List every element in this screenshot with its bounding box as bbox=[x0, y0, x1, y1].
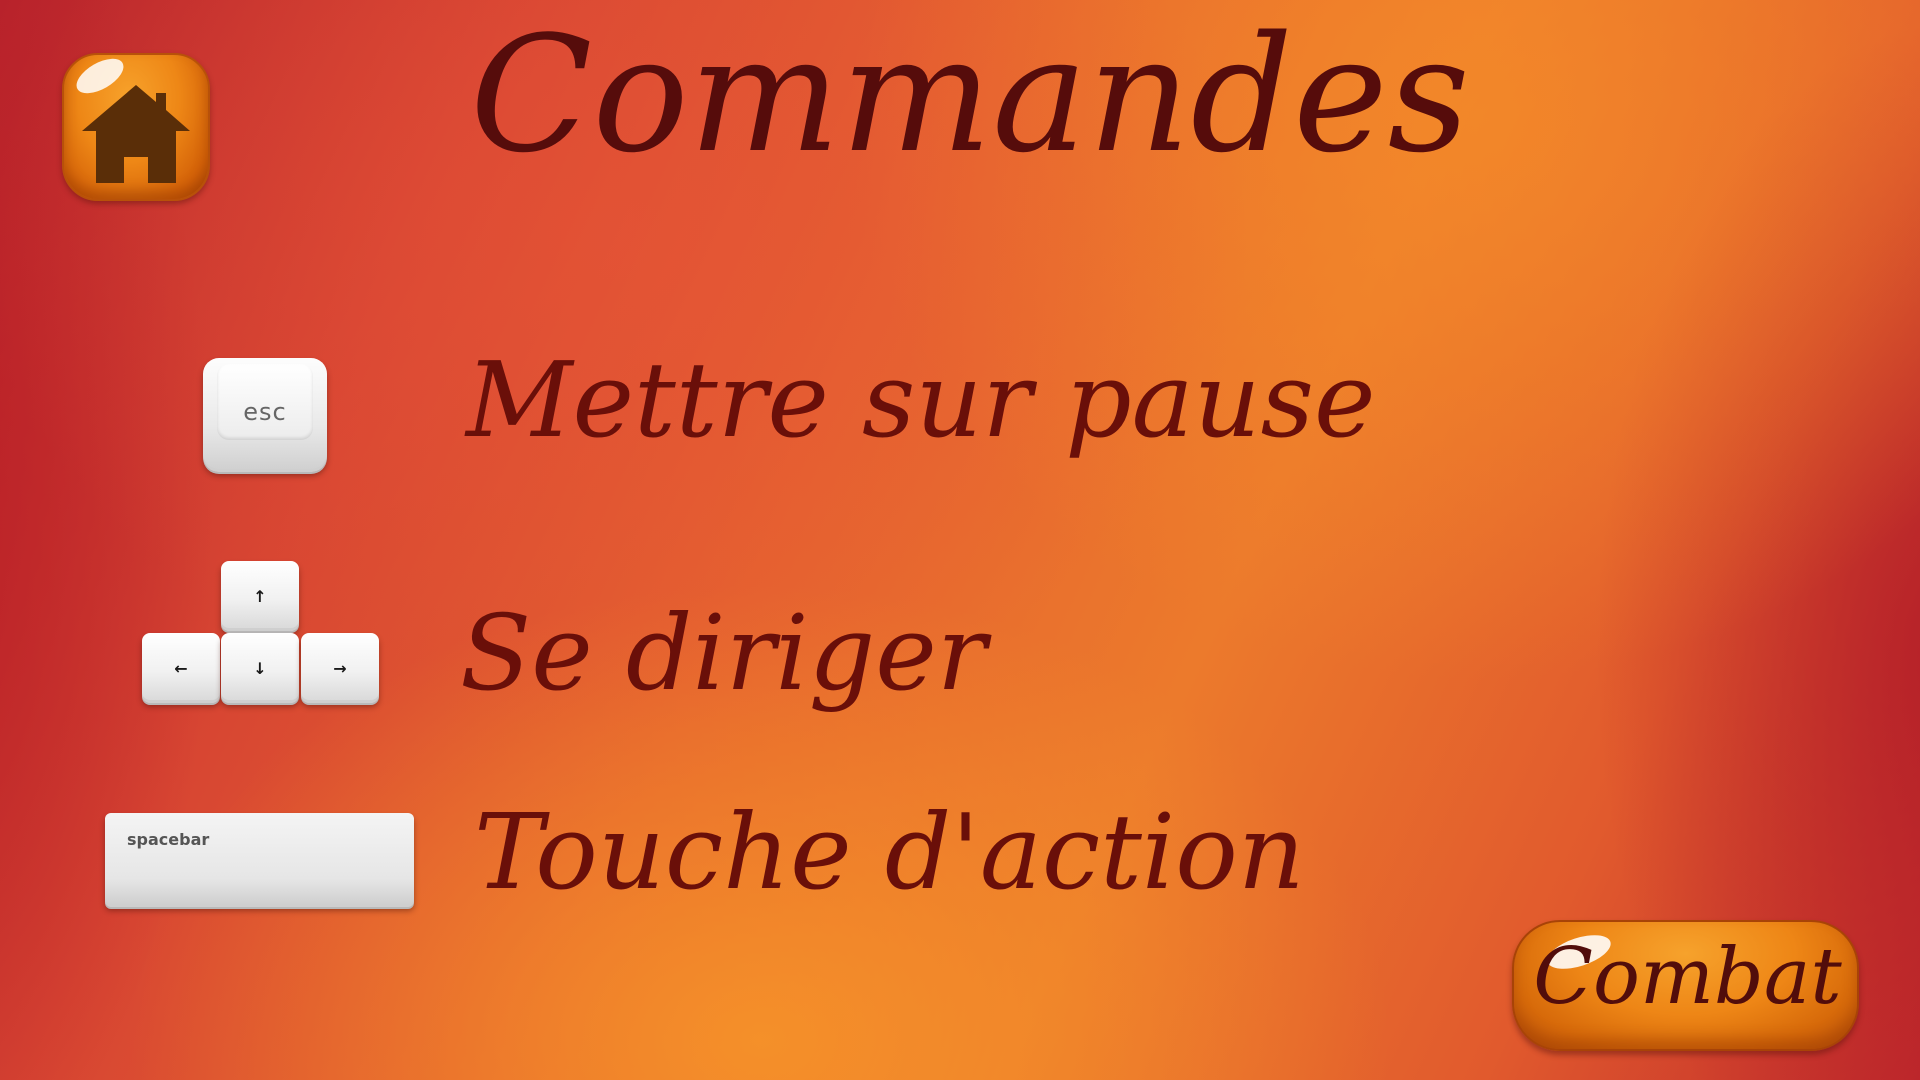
arrow-right-key: → bbox=[301, 633, 379, 703]
spacebar-key-label: spacebar bbox=[127, 830, 210, 849]
esc-key: esc bbox=[203, 358, 327, 472]
action-description: Touche d'action bbox=[474, 791, 1305, 913]
page-title: Commandes bbox=[470, 1, 1470, 188]
combat-button-label: Combat bbox=[1533, 932, 1842, 1022]
home-icon bbox=[82, 85, 190, 183]
arrow-right-icon: → bbox=[333, 658, 347, 678]
pause-description: Mettre sur pause bbox=[466, 339, 1376, 461]
commands-screen: Commandes esc Mettre sur pause ↑ ← ↓ → S… bbox=[0, 0, 1920, 1080]
arrow-down-icon: ↓ bbox=[253, 658, 267, 678]
arrow-up-icon: ↑ bbox=[253, 586, 267, 606]
arrow-left-key: ← bbox=[142, 633, 220, 703]
arrow-down-key: ↓ bbox=[221, 633, 299, 703]
move-description: Se diriger bbox=[460, 592, 987, 714]
combat-button[interactable]: Combat bbox=[1512, 920, 1859, 1051]
arrow-left-icon: ← bbox=[174, 658, 188, 678]
arrow-up-key: ↑ bbox=[221, 561, 299, 631]
spacebar-key: spacebar bbox=[105, 813, 414, 907]
home-button[interactable] bbox=[62, 51, 210, 201]
esc-key-label: esc bbox=[243, 398, 287, 426]
